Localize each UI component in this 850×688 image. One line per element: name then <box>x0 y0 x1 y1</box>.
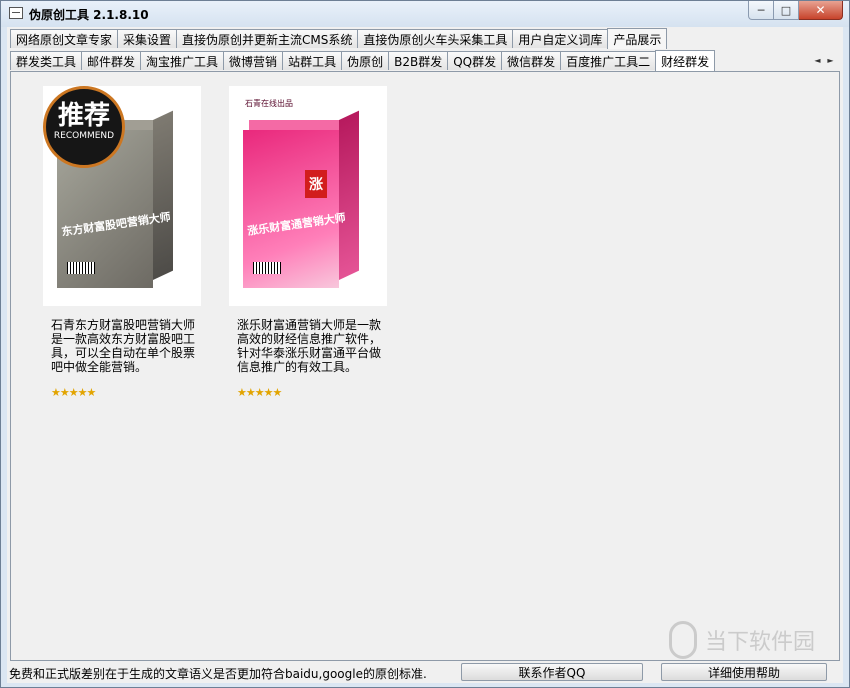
contact-author-qq-button[interactable]: 联系作者QQ <box>461 663 643 681</box>
tab-pseudo-original[interactable]: 伪原创 <box>341 51 390 70</box>
tab-qq-bulk[interactable]: QQ群发 <box>447 51 503 70</box>
product-description-2: 涨乐财富通营销大师是一款高效的财经信息推广软件，针对华泰涨乐财富通平台做信息推广… <box>237 318 382 374</box>
tab-finance-bulk[interactable]: 财经群发 <box>655 50 716 71</box>
app-window: 伪原创工具 2.1.8.10 ─ □ ✕ 网络原创文章专家 采集设置 直接伪原创… <box>0 0 850 688</box>
watermark-text: 当下软件园 <box>705 630 816 655</box>
tab-custom-dictionary[interactable]: 用户自定义词库 <box>512 29 609 48</box>
tab-locomotive-collect[interactable]: 直接伪原创火车头采集工具 <box>357 29 514 48</box>
badge-sub-text: RECOMMEND <box>53 131 115 141</box>
window-controls: ─ □ ✕ <box>748 1 843 21</box>
tab-site-group-tools[interactable]: 站群工具 <box>282 51 343 70</box>
tab-b2b-bulk[interactable]: B2B群发 <box>388 51 449 70</box>
status-bar: 免费和正式版差别在于生成的文章语义是否更加符合baidu,google的原创标准… <box>7 661 843 683</box>
close-button[interactable]: ✕ <box>799 1 843 20</box>
client-area: 网络原创文章专家 采集设置 直接伪原创并更新主流CMS系统 直接伪原创火车头采集… <box>7 27 843 683</box>
tab-cms-update[interactable]: 直接伪原创并更新主流CMS系统 <box>176 29 359 48</box>
tab-weibo-marketing[interactable]: 微博营销 <box>223 51 284 70</box>
product-description-1: 石青东方财富股吧营销大师是一款高效东方财富股吧工具，可以全自动在单个股票吧中做全… <box>51 318 196 374</box>
window-title: 伪原创工具 2.1.8.10 <box>29 8 149 22</box>
scroll-left-icon[interactable]: ◄ <box>814 56 820 65</box>
product-image-2[interactable]: 石青在线出品 涨 涨乐财富通营销大师 <box>229 86 387 306</box>
tab-baidu-promo-2[interactable]: 百度推广工具二 <box>560 51 657 70</box>
product-box-2: 涨 涨乐财富通营销大师 <box>243 110 359 288</box>
box-title-2: 涨乐财富通营销大师 <box>246 211 347 238</box>
tab-collect-settings[interactable]: 采集设置 <box>117 29 178 48</box>
product-card-1[interactable]: 东方财富股吧营销大师 推荐 RECOMMEND 石青东方财富股吧营销大师是一款高… <box>43 86 219 399</box>
rating-stars-icon: ★★★★★ <box>237 386 282 399</box>
tab-product-showcase[interactable]: 产品展示 <box>607 28 668 49</box>
tab-taobao-promo[interactable]: 淘宝推广工具 <box>140 51 225 70</box>
status-text: 免费和正式版差别在于生成的文章语义是否更加符合baidu,google的原创标准… <box>9 667 427 681</box>
box-top-text-2: 石青在线出品 <box>245 99 293 108</box>
recommend-badge: 推荐 RECOMMEND <box>43 86 125 168</box>
app-icon[interactable] <box>9 7 23 19</box>
rating-stars-icon: ★★★★★ <box>51 386 96 399</box>
tab-wechat-bulk[interactable]: 微信群发 <box>501 51 562 70</box>
maximize-button[interactable]: □ <box>774 1 799 20</box>
minimize-button[interactable]: ─ <box>748 1 774 20</box>
product-image-1[interactable]: 东方财富股吧营销大师 推荐 RECOMMEND <box>43 86 201 306</box>
tab-original-article-expert[interactable]: 网络原创文章专家 <box>10 29 119 48</box>
help-button[interactable]: 详细使用帮助 <box>661 663 827 681</box>
barcode-icon <box>67 262 95 274</box>
watermark: 当下软件园 <box>669 621 815 659</box>
product-panel: 东方财富股吧营销大师 推荐 RECOMMEND 石青东方财富股吧营销大师是一款高… <box>10 71 840 661</box>
product-card-2[interactable]: 石青在线出品 涨 涨乐财富通营销大师 涨乐财富通营销大师是一款高效的财经信息推广… <box>229 86 405 399</box>
title-bar[interactable]: 伪原创工具 2.1.8.10 ─ □ ✕ <box>1 1 849 27</box>
secondary-tabs: 群发类工具 邮件群发 淘宝推广工具 微博营销 站群工具 伪原创 B2B群发 QQ… <box>10 50 716 71</box>
scroll-right-icon[interactable]: ► <box>827 56 833 65</box>
watermark-logo-icon <box>669 621 697 659</box>
tab-email-bulk[interactable]: 邮件群发 <box>81 51 142 70</box>
barcode-icon <box>253 262 281 274</box>
tab-bulk-tools[interactable]: 群发类工具 <box>10 51 83 70</box>
primary-tabs: 网络原创文章专家 采集设置 直接伪原创并更新主流CMS系统 直接伪原创火车头采集… <box>10 28 668 49</box>
tab-scroll-buttons: ◄ ► <box>811 51 837 69</box>
zhang-logo-icon: 涨 <box>305 170 327 198</box>
badge-main-text: 推荐 <box>57 101 110 131</box>
